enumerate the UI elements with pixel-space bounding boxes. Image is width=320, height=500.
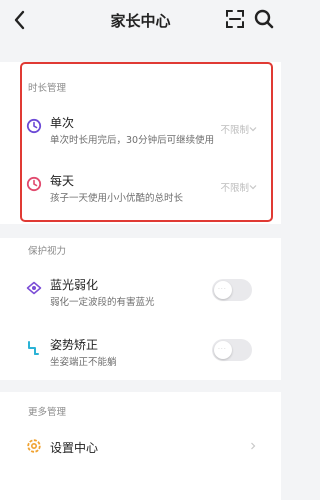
row-subtitle-single: 单次时长用完后，30分钟后可继续使用: [50, 135, 215, 146]
row-title-bluelight: 蓝光弱化: [50, 278, 99, 292]
toggle-knob: ···: [214, 281, 232, 299]
more-management-card: 更多管理 设置中心: [0, 392, 281, 500]
section-label-time: 时长管理: [28, 83, 67, 94]
row-title-daily: 每天: [50, 174, 75, 188]
scan-icon: [226, 10, 244, 28]
chevron-down-icon: [249, 185, 257, 190]
posture-toggle[interactable]: ···: [212, 339, 252, 361]
toggle-dots-icon: ···: [218, 286, 227, 293]
header-bar: 家长中心: [0, 0, 281, 44]
time-row-daily[interactable]: 每天 孩子一天使用小小优酷的总时长 不限制: [0, 168, 281, 212]
chevron-right-icon: [251, 442, 256, 450]
row-value-daily: 不限制: [220, 183, 249, 194]
time-management-card: 时长管理 单次 单次时长用完后，30分钟后可继续使用 不限制 每天 孩子一天使用…: [0, 62, 281, 224]
section-label-more: 更多管理: [28, 407, 67, 418]
settings-gear-icon: [27, 439, 41, 453]
clock-purple-icon: [26, 118, 42, 134]
eye-icon: [26, 281, 42, 295]
row-subtitle-daily: 孩子一天使用小小优酷的总时长: [50, 193, 184, 204]
row-title-settings: 设置中心: [50, 441, 99, 455]
search-button[interactable]: [252, 7, 276, 31]
chevron-down-icon: [249, 127, 257, 132]
row-title-single: 单次: [50, 116, 75, 130]
toggle-knob: ···: [214, 341, 232, 359]
posture-icon: [28, 341, 39, 355]
section-label-eye: 保护视力: [28, 246, 67, 257]
toggle-dots-icon: ···: [218, 346, 227, 353]
clock-pink-icon: [26, 176, 42, 192]
row-subtitle-bluelight: 弱化一定波段的有害蓝光: [50, 297, 155, 308]
eye-row-bluelight: 蓝光弱化 弱化一定波段的有害蓝光 ···: [0, 274, 281, 318]
row-subtitle-posture: 坐姿端正不能躺: [50, 357, 117, 368]
time-row-single[interactable]: 单次 单次时长用完后，30分钟后可继续使用 不限制: [0, 110, 281, 154]
search-icon: [254, 9, 274, 29]
row-value-single: 不限制: [220, 125, 249, 136]
eye-protection-card: 保护视力 蓝光弱化 弱化一定波段的有害蓝光 ··· 姿势矫正 坐姿端正不能躺 ·…: [0, 238, 281, 380]
scan-button[interactable]: [223, 7, 247, 31]
eye-row-posture: 姿势矫正 坐姿端正不能躺 ···: [0, 334, 281, 378]
bluelight-toggle[interactable]: ···: [212, 279, 252, 301]
settings-center-row[interactable]: 设置中心: [0, 432, 281, 476]
row-title-posture: 姿势矫正: [50, 338, 99, 352]
